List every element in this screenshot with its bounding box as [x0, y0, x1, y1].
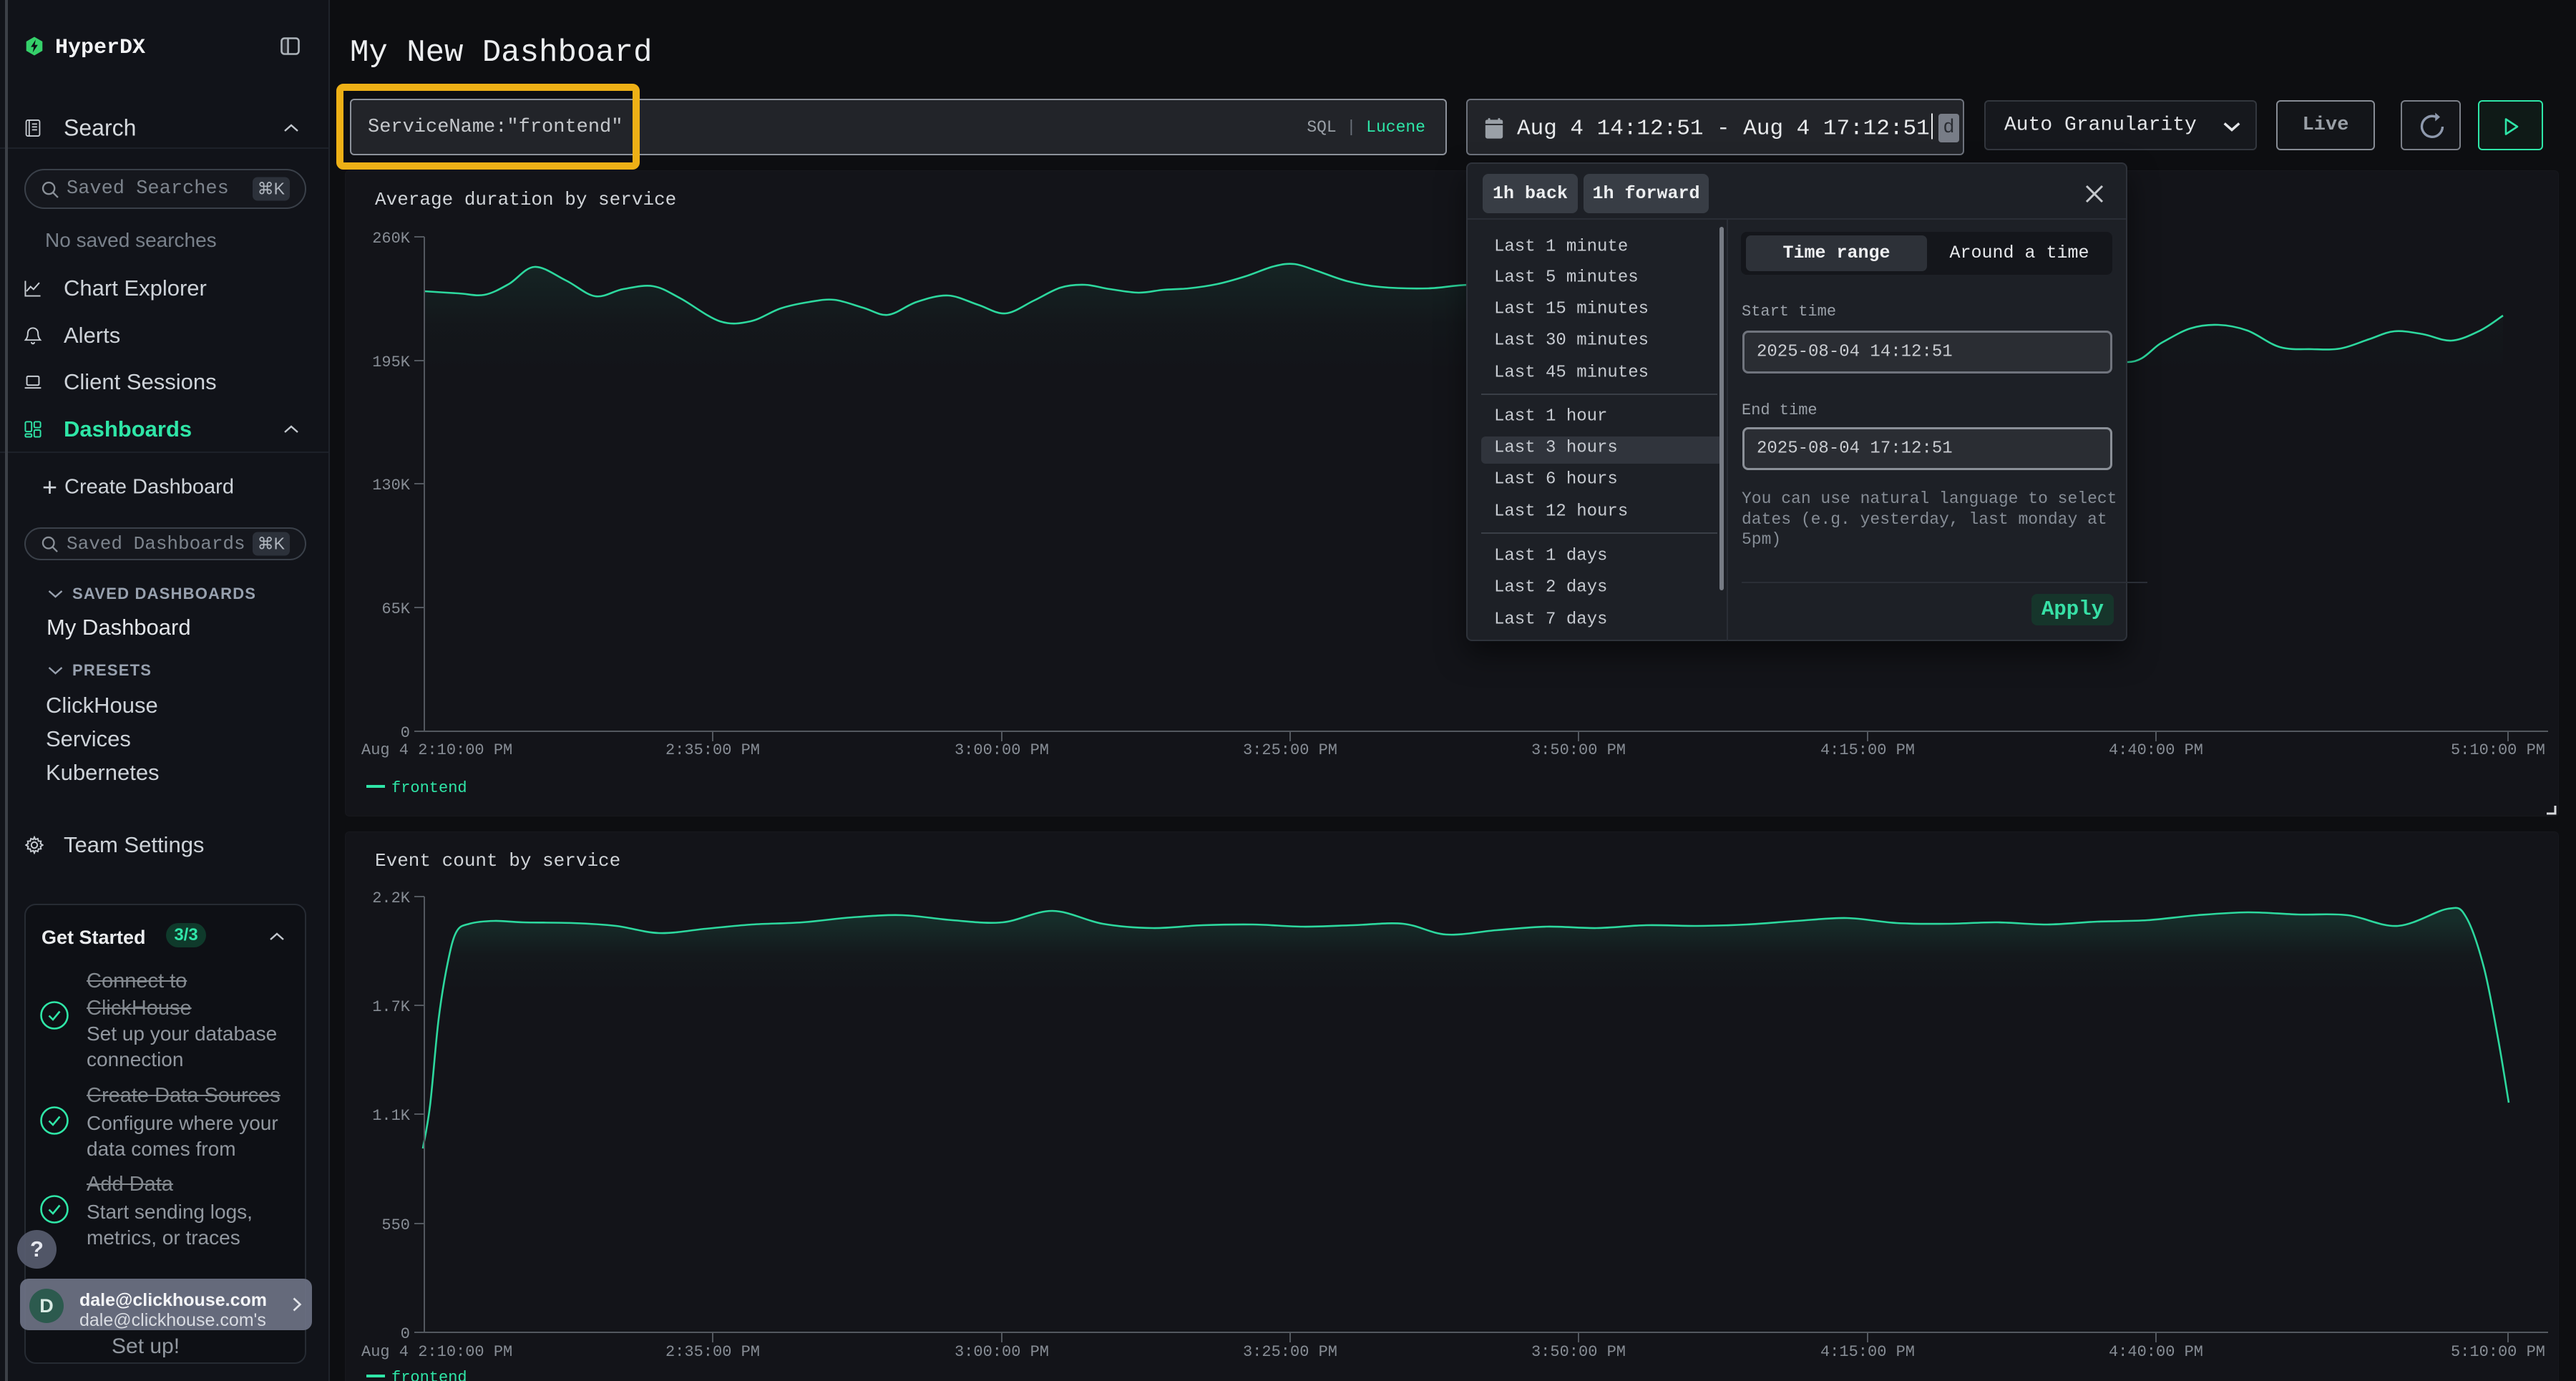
- svg-text:3:00:00 PM: 3:00:00 PM: [955, 1343, 1049, 1361]
- svg-text:2:35:00 PM: 2:35:00 PM: [665, 1343, 760, 1361]
- svg-text:260K: 260K: [372, 230, 411, 248]
- svg-text:0: 0: [401, 1325, 410, 1343]
- svg-text:3:25:00 PM: 3:25:00 PM: [1243, 741, 1337, 759]
- svg-text:5:10:00 PM: 5:10:00 PM: [2451, 741, 2545, 759]
- svg-text:2:35:00 PM: 2:35:00 PM: [665, 741, 760, 759]
- svg-text:4:40:00 PM: 4:40:00 PM: [2109, 741, 2203, 759]
- svg-text:frontend: frontend: [391, 779, 467, 797]
- svg-text:3:25:00 PM: 3:25:00 PM: [1243, 1343, 1337, 1361]
- svg-text:65K: 65K: [381, 600, 410, 618]
- svg-text:Aug 4 2:10:00 PM: Aug 4 2:10:00 PM: [361, 741, 512, 759]
- svg-text:1.1K: 1.1K: [372, 1107, 411, 1125]
- svg-text:5:10:00 PM: 5:10:00 PM: [2451, 1343, 2545, 1361]
- svg-text:0: 0: [401, 724, 410, 742]
- svg-text:4:40:00 PM: 4:40:00 PM: [2109, 1343, 2203, 1361]
- svg-text:Aug 4 2:10:00 PM: Aug 4 2:10:00 PM: [361, 1343, 512, 1361]
- svg-text:4:15:00 PM: 4:15:00 PM: [1820, 1343, 1915, 1361]
- svg-text:frontend: frontend: [391, 1369, 467, 1381]
- svg-text:3:50:00 PM: 3:50:00 PM: [1531, 1343, 1626, 1361]
- svg-text:2.2K: 2.2K: [372, 889, 411, 907]
- svg-text:1.7K: 1.7K: [372, 998, 411, 1016]
- svg-text:4:15:00 PM: 4:15:00 PM: [1820, 741, 1915, 759]
- svg-text:550: 550: [381, 1216, 410, 1234]
- svg-text:195K: 195K: [372, 353, 411, 371]
- svg-text:130K: 130K: [372, 477, 411, 494]
- svg-text:3:00:00 PM: 3:00:00 PM: [955, 741, 1049, 759]
- svg-text:3:50:00 PM: 3:50:00 PM: [1531, 741, 1626, 759]
